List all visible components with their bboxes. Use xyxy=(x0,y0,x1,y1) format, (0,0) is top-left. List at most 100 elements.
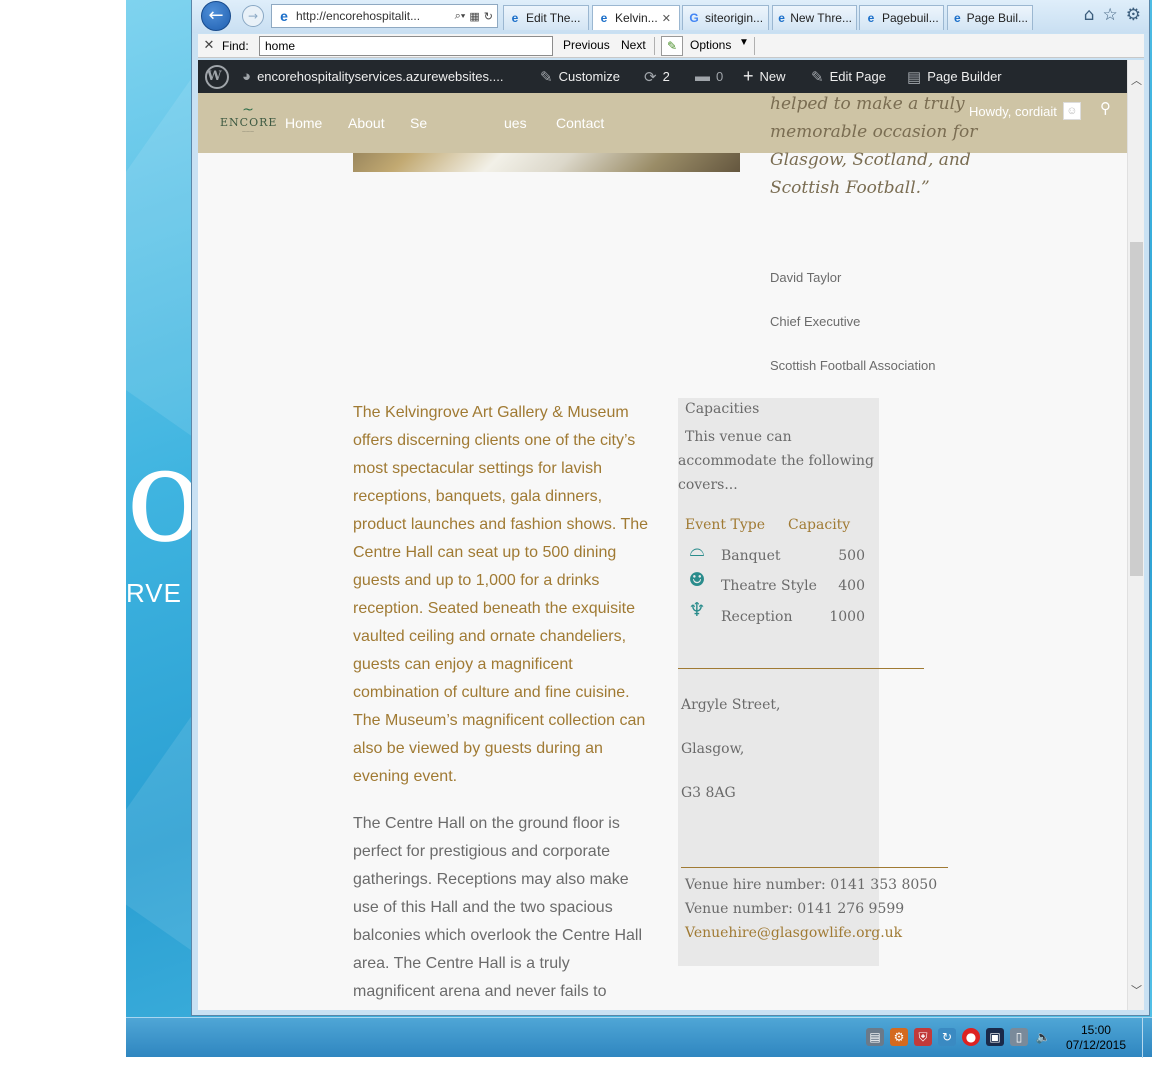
favorites-star-icon[interactable]: ☆ xyxy=(1103,5,1118,25)
capacities-header-capacity: Capacity xyxy=(788,517,851,533)
tab-label: Kelvin... xyxy=(615,11,658,25)
desktop-wallpaper-text-small: RVE xyxy=(126,578,182,608)
scrollbar-thumb[interactable] xyxy=(1130,242,1143,576)
encore-logo[interactable]: ~ ENCORE ——— xyxy=(220,102,278,142)
menu-item-contact[interactable]: Contact xyxy=(556,115,604,131)
address-line: Glasgow, xyxy=(681,741,745,757)
wordpress-logo-icon[interactable]: W xyxy=(205,65,229,89)
tab-siteorigin[interactable]: G siteorigin... xyxy=(682,5,769,30)
compat-view-icon[interactable]: ▦ xyxy=(469,10,479,23)
venue-email-link[interactable]: Venuehire@glasgowlife.org.uk xyxy=(685,925,902,941)
testimonial-role: Chief Executive xyxy=(770,314,861,329)
tab-label: siteorigin... xyxy=(705,11,764,25)
ie-icon: e xyxy=(778,11,785,25)
chevron-up-icon[interactable]: ︿ xyxy=(1130,72,1143,87)
menu-item-home[interactable]: Home xyxy=(285,115,322,131)
home-icon[interactable]: ⌂ xyxy=(1084,5,1095,25)
show-desktop-button[interactable] xyxy=(1142,1018,1152,1058)
dashboard-gauge-icon: ◕ xyxy=(242,68,252,85)
wp-updates-link[interactable]: ⟳ 2 xyxy=(644,60,670,93)
address-line: Argyle Street, xyxy=(681,697,781,713)
tab-pagebuilder[interactable]: e Pagebuil... xyxy=(859,5,944,30)
find-previous-button[interactable]: Previous xyxy=(563,38,610,52)
menu-item-services[interactable]: Se xyxy=(410,115,427,131)
power-tray-icon[interactable]: ▯ xyxy=(1010,1028,1028,1046)
screen: or RVE ▤ ⚙ ⛨ ↻ ● ▣ ▯ 🔈 15:00 07/12/2015 … xyxy=(0,0,1152,1074)
search-icon[interactable]: ⌕▾ xyxy=(455,10,466,23)
page-scrollbar[interactable]: ︿ ﹀ xyxy=(1127,60,1144,1010)
ie-icon: e xyxy=(600,11,608,25)
tab-page-builder[interactable]: e Page Buil... xyxy=(947,5,1033,30)
find-input[interactable] xyxy=(259,36,553,56)
capacities-header-type: Event Type xyxy=(685,517,766,533)
address-bar[interactable]: e http://encorehospitalit... ⌕▾ ▦ ↻ xyxy=(271,4,498,28)
highlight-pencil-icon[interactable]: ✎ xyxy=(661,36,683,56)
wp-comments-count: 0 xyxy=(716,69,724,84)
ie-icon: e xyxy=(867,11,875,25)
ie-icon: e xyxy=(280,8,288,24)
volume-tray-icon[interactable]: 🔈 xyxy=(1034,1028,1052,1046)
divider xyxy=(754,37,755,55)
wp-page-builder-label: Page Builder xyxy=(927,69,1002,84)
wp-edit-page-link[interactable]: ✎ Edit Page xyxy=(811,60,886,93)
close-find-icon[interactable]: ✕ xyxy=(202,38,216,52)
wp-site-label: encorehospitalityservices.azurewebsites.… xyxy=(257,69,504,84)
wp-comments-link[interactable]: ▬ 0 xyxy=(695,60,723,93)
find-bar: ✕ Find: Previous Next ✎ Options ▼ xyxy=(198,34,1144,58)
find-options-button[interactable]: Options xyxy=(690,38,731,52)
forward-button[interactable]: → xyxy=(242,5,264,27)
tab-new-thread[interactable]: e New Thre... xyxy=(772,5,857,30)
logo-wordmark: ENCORE xyxy=(220,116,278,129)
find-next-button[interactable]: Next xyxy=(621,38,646,52)
logo-swoosh-icon: ~ xyxy=(242,102,254,118)
comment-bubble-icon: ▬ xyxy=(695,68,710,85)
sync-tray-icon[interactable]: ↻ xyxy=(938,1028,956,1046)
security-tray-icon[interactable]: ⛨ xyxy=(914,1028,932,1046)
menu-item-venues[interactable]: ues xyxy=(504,115,527,131)
browser-toolbar: ← → e http://encorehospitalit... ⌕▾ ▦ ↻ … xyxy=(192,0,1149,33)
tab-label: Edit The... xyxy=(526,11,581,25)
venue-number: Venue number: 0141 276 9599 xyxy=(685,901,905,917)
app-tray-icon[interactable]: ⚙ xyxy=(890,1028,908,1046)
brush-icon: ✎ xyxy=(540,68,553,86)
centre-hall-description: The Centre Hall on the ground floor is p… xyxy=(353,815,643,1000)
layout-grid-icon: ▤ xyxy=(907,68,922,86)
refresh-icon[interactable]: ↻ xyxy=(484,10,493,23)
clock-date: 07/12/2015 xyxy=(1065,1038,1126,1052)
wp-new-label: New xyxy=(759,69,786,84)
address-url: http://encorehospitalit... xyxy=(296,9,421,23)
avatar: ☺ xyxy=(1062,102,1081,120)
logo-tagline-decoration: ——— xyxy=(242,129,254,134)
wp-customize-label: Customize xyxy=(558,69,620,84)
divider xyxy=(681,867,948,868)
capacity-row-type: Theatre Style xyxy=(721,578,817,594)
search-icon[interactable]: ⚲ xyxy=(1100,99,1111,117)
taskbar-clock[interactable]: 15:00 07/12/2015 xyxy=(1066,1023,1126,1053)
clock-time: 15:00 xyxy=(1080,1023,1111,1037)
theatre-masks-icon: ☻ xyxy=(688,569,706,591)
ie-icon: e xyxy=(953,11,961,25)
wp-page-builder-link[interactable]: ▤ Page Builder xyxy=(907,60,1002,93)
network-tray-icon[interactable]: ▤ xyxy=(866,1028,884,1046)
capacity-row-value: 400 xyxy=(838,578,865,594)
gear-icon[interactable]: ⚙ xyxy=(1126,5,1141,25)
monitor-tray-icon[interactable]: ▣ xyxy=(986,1028,1004,1046)
wp-updates-count: 2 xyxy=(662,69,670,84)
testimonial-name: David Taylor xyxy=(770,270,842,285)
chevron-down-icon[interactable]: ▼ xyxy=(739,37,749,48)
tab-label: New Thre... xyxy=(790,11,852,25)
divider xyxy=(654,37,655,55)
back-button[interactable]: ← xyxy=(201,1,231,31)
tab-label: Pagebuil... xyxy=(882,11,939,25)
close-tab-icon[interactable]: ✕ xyxy=(662,12,671,25)
tab-edit-theme[interactable]: e Edit The... xyxy=(503,5,589,30)
wp-site-link[interactable]: ◕ encorehospitalityservices.azurewebsite… xyxy=(242,60,503,93)
wp-customize-link[interactable]: ✎ Customize xyxy=(540,60,620,93)
tab-kelvingrove[interactable]: e Kelvin... ✕ xyxy=(592,5,680,30)
chevron-down-icon[interactable]: ﹀ xyxy=(1130,982,1143,997)
capacity-row-type: Reception xyxy=(721,609,793,625)
wp-new-link[interactable]: + New xyxy=(743,60,786,93)
wp-edit-page-label: Edit Page xyxy=(829,69,886,84)
menu-item-about[interactable]: About xyxy=(348,115,385,131)
record-tray-icon[interactable]: ● xyxy=(962,1028,980,1046)
